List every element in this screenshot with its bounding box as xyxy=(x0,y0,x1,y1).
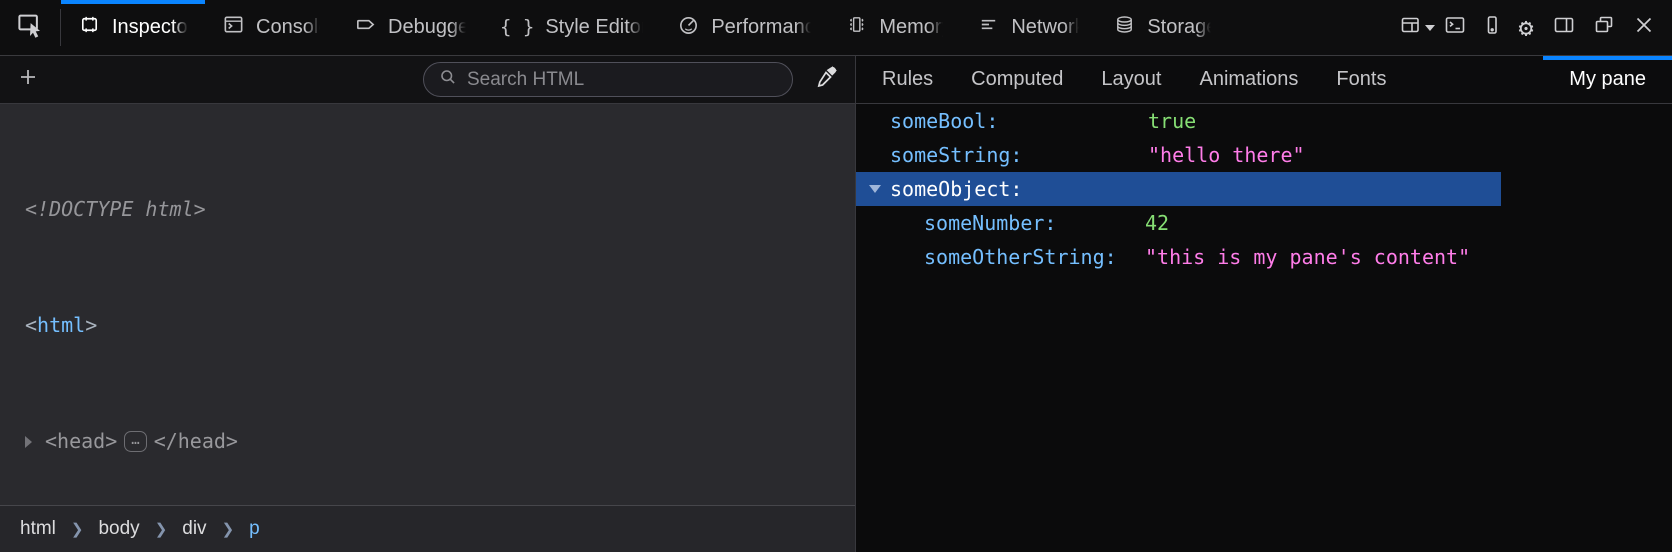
property-row-someNumber[interactable]: someNumber: 42 xyxy=(856,206,1672,240)
split-console-icon xyxy=(1443,13,1467,42)
tab-label: Debugger xyxy=(388,16,466,39)
breadcrumb: html ❯ body ❯ div ❯ p xyxy=(0,505,855,552)
phone-icon xyxy=(1480,13,1504,42)
close-devtools-button[interactable] xyxy=(1624,0,1664,56)
responsive-design-mode-button[interactable] xyxy=(1475,0,1509,56)
tab-layout[interactable]: Layout xyxy=(1082,56,1180,103)
console-icon xyxy=(222,13,245,42)
breadcrumb-separator: ❯ xyxy=(222,520,235,538)
tab-debugger[interactable]: Debugger xyxy=(337,0,483,55)
sidebar-tabs: Rules Computed Layout Animations Fonts M… xyxy=(856,56,1672,103)
network-icon xyxy=(977,13,1000,42)
tab-label: Storage xyxy=(1147,16,1211,39)
markup-node-html[interactable]: <html> xyxy=(0,311,855,340)
breadcrumb-item-body[interactable]: body xyxy=(98,518,139,540)
collapse-arrow-icon[interactable] xyxy=(869,185,881,193)
pick-element-button[interactable] xyxy=(0,0,60,55)
breadcrumb-item-div[interactable]: div xyxy=(182,518,206,540)
markup-toolbar xyxy=(0,56,856,103)
tab-my-pane[interactable]: My pane xyxy=(1543,56,1672,103)
toolbox-tabbar: Inspector Console Debugg xyxy=(0,0,1672,56)
expand-arrow-icon[interactable] xyxy=(25,436,45,448)
property-row-someObject[interactable]: someObject: xyxy=(856,172,1501,206)
tab-inspector[interactable]: Inspector xyxy=(61,0,205,55)
tab-label: Style Editor xyxy=(545,16,643,39)
inspector-icon xyxy=(78,13,101,42)
split-console-button[interactable] xyxy=(1435,0,1475,56)
dock-side-icon xyxy=(1552,13,1576,42)
add-node-button[interactable] xyxy=(16,65,40,94)
storage-database-icon xyxy=(1113,13,1136,42)
iframe-picker-caret-icon[interactable] xyxy=(1425,25,1435,31)
devtools-window: Inspector Console Debugg xyxy=(0,0,1672,552)
property-value: 42 xyxy=(1145,211,1169,235)
tab-label: Memory xyxy=(879,16,943,39)
settings-button[interactable]: ⚙ xyxy=(1509,0,1543,56)
property-name: someObject: xyxy=(890,177,1022,201)
iframe-picker-icon xyxy=(1399,13,1423,42)
property-row-someOtherString[interactable]: someOtherString: "this is my pane's cont… xyxy=(856,240,1672,274)
markup-node-doctype[interactable]: <!DOCTYPE html> xyxy=(0,195,855,224)
my-pane-content: someBool: true someString: "hello there"… xyxy=(856,104,1672,552)
tab-label: Rules xyxy=(882,68,933,91)
tab-label: My pane xyxy=(1569,68,1646,91)
breadcrumb-separator: ❯ xyxy=(155,520,168,538)
tab-animations[interactable]: Animations xyxy=(1180,56,1317,103)
tab-memory[interactable]: Memory xyxy=(828,0,960,55)
tab-console[interactable]: Console xyxy=(205,0,337,55)
search-html-box xyxy=(423,62,793,97)
toolbox-buttons: ⚙ xyxy=(1391,0,1672,55)
separate-window-icon xyxy=(1592,13,1616,42)
tab-label: Inspector xyxy=(112,16,188,39)
memory-chip-icon xyxy=(845,13,868,42)
eyedropper-icon xyxy=(813,64,839,95)
performance-icon xyxy=(677,13,700,42)
markup-node-head[interactable]: <head>…</head> xyxy=(0,427,855,456)
plus-icon xyxy=(16,65,40,94)
property-row-someBool[interactable]: someBool: true xyxy=(856,104,1672,138)
search-html-input[interactable] xyxy=(467,69,778,91)
tab-computed[interactable]: Computed xyxy=(952,56,1082,103)
inspector-left-pane: <!DOCTYPE html> <html> <head>…</head> <b… xyxy=(0,104,856,552)
tab-label: Computed xyxy=(971,68,1063,91)
breadcrumb-item-p[interactable]: p xyxy=(249,518,260,540)
braces-icon: { } xyxy=(500,18,534,37)
property-name: someString: xyxy=(890,143,1148,167)
tab-style-editor[interactable]: { } Style Editor xyxy=(483,0,660,55)
tab-fonts[interactable]: Fonts xyxy=(1317,56,1405,103)
markup-view: <!DOCTYPE html> <html> <head>…</head> <b… xyxy=(0,104,855,505)
main-content: <!DOCTYPE html> <html> <head>…</head> <b… xyxy=(0,104,1672,552)
gear-icon: ⚙ xyxy=(1518,15,1533,40)
tab-label: Performance xyxy=(711,16,811,39)
dock-to-side-button[interactable] xyxy=(1544,0,1584,56)
property-name: someBool: xyxy=(890,109,1148,133)
property-value: "this is my pane's content" xyxy=(1145,245,1470,269)
tab-label: Layout xyxy=(1101,68,1161,91)
tab-label: Fonts xyxy=(1336,68,1386,91)
tab-storage[interactable]: Storage xyxy=(1096,0,1228,55)
property-value: "hello there" xyxy=(1148,143,1305,167)
tab-network[interactable]: Network xyxy=(960,0,1096,55)
tab-label: Network xyxy=(1011,16,1079,39)
separate-window-button[interactable] xyxy=(1584,0,1624,56)
close-icon xyxy=(1632,13,1656,42)
toolbox-tabs: Inspector Console Debugg xyxy=(61,0,1228,55)
search-icon xyxy=(438,67,458,92)
property-name: someNumber: xyxy=(924,211,1145,235)
tab-label: Console xyxy=(256,16,320,39)
eyedropper-button[interactable] xyxy=(813,64,839,95)
tab-rules[interactable]: Rules xyxy=(882,56,952,103)
doctype-text: <!DOCTYPE html> xyxy=(25,195,206,224)
breadcrumb-separator: ❯ xyxy=(71,520,84,538)
inline-expander-badge[interactable]: … xyxy=(124,431,146,452)
property-row-someString[interactable]: someString: "hello there" xyxy=(856,138,1672,172)
property-value: true xyxy=(1148,109,1196,133)
tab-label: Animations xyxy=(1199,68,1298,91)
secondary-toolbar: Rules Computed Layout Animations Fonts M… xyxy=(0,56,1672,104)
breadcrumb-item-html[interactable]: html xyxy=(20,518,56,540)
debugger-icon xyxy=(354,13,377,42)
property-name: someOtherString: xyxy=(924,245,1145,269)
node-picker-icon xyxy=(15,10,45,45)
tab-performance[interactable]: Performance xyxy=(660,0,828,55)
